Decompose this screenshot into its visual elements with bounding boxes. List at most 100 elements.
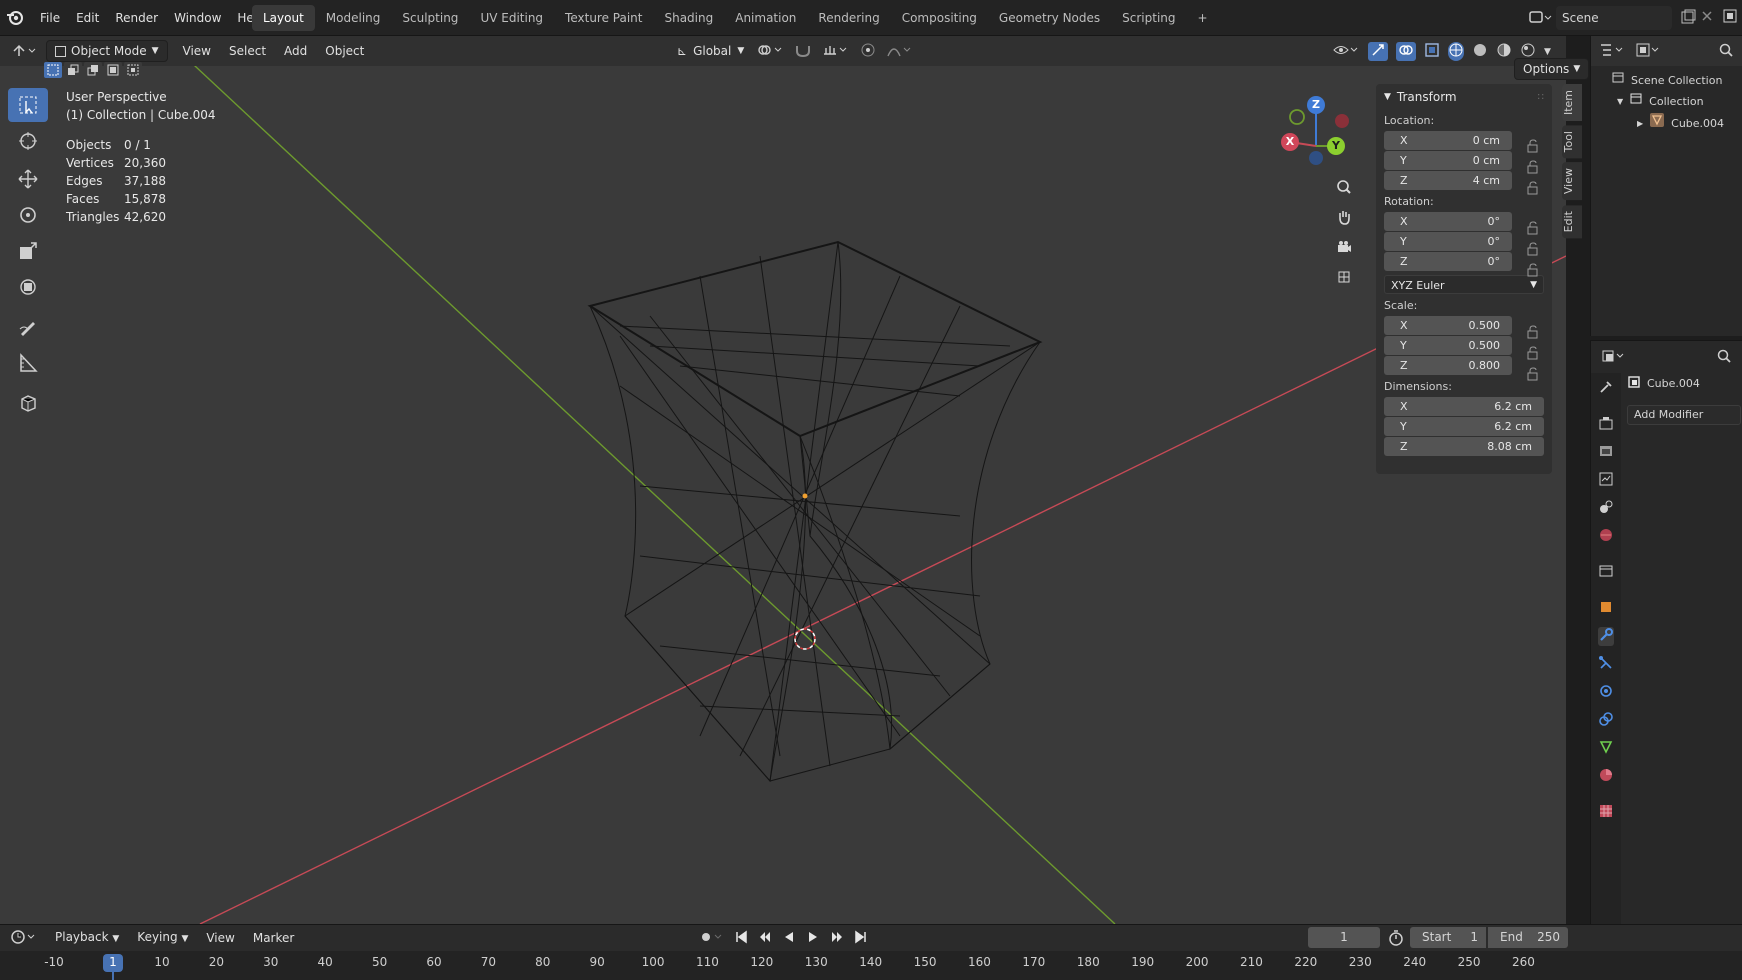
jump-start-icon[interactable]: [734, 930, 748, 947]
scene-icon[interactable]: [1598, 499, 1614, 518]
rotate-tool[interactable]: [8, 198, 48, 232]
scale-z-field[interactable]: Z 0.800: [1384, 356, 1512, 375]
scene-selector-icon[interactable]: [1528, 8, 1552, 29]
tab-animation[interactable]: Animation: [724, 5, 807, 31]
lock-icon[interactable]: [1526, 221, 1540, 238]
search-icon[interactable]: [1716, 348, 1732, 367]
proportional-editing-icon[interactable]: [860, 42, 876, 61]
add-workspace-button[interactable]: +: [1187, 5, 1219, 31]
add-modifier-button[interactable]: Add Modifier: [1627, 405, 1741, 425]
display-mode-icon[interactable]: [1635, 42, 1661, 61]
falloff-icon[interactable]: [886, 42, 914, 61]
outliner-scene-collection[interactable]: Scene Collection: [1611, 70, 1742, 91]
3d-cursor-icon[interactable]: [794, 628, 816, 650]
tab-item[interactable]: Item: [1562, 84, 1582, 122]
tab-modeling[interactable]: Modeling: [315, 5, 392, 31]
tab-rendering[interactable]: Rendering: [807, 5, 890, 31]
select-extend-icon[interactable]: [64, 62, 82, 78]
gizmo-toggle-icon[interactable]: [1368, 42, 1388, 61]
transform-tool[interactable]: [8, 270, 48, 304]
menu-window[interactable]: Window: [166, 0, 229, 36]
mesh-data-icon[interactable]: [1598, 739, 1614, 758]
location-y-field[interactable]: Y0 cm: [1384, 151, 1512, 170]
particles-icon[interactable]: [1598, 655, 1614, 674]
add-cube-tool[interactable]: [8, 386, 48, 420]
visibility-icon[interactable]: [1332, 42, 1360, 61]
lock-icon[interactable]: [1526, 139, 1540, 156]
menu-view[interactable]: View: [174, 40, 220, 62]
rotation-mode-dropdown[interactable]: XYZ Euler ▼: [1384, 275, 1544, 294]
pivot-point-icon[interactable]: [756, 42, 784, 61]
measure-tool[interactable]: [8, 346, 48, 380]
chevron-right-icon[interactable]: ▶: [1637, 114, 1643, 134]
tab-edit[interactable]: Edit: [1562, 204, 1582, 238]
gizmo-z-axis[interactable]: Z: [1307, 96, 1325, 114]
view-layer-icon[interactable]: [1598, 471, 1614, 490]
select-new-icon[interactable]: [44, 62, 62, 78]
tab-view[interactable]: View: [1562, 162, 1582, 201]
menu-edit[interactable]: Edit: [68, 0, 107, 36]
tab-sculpting[interactable]: Sculpting: [391, 5, 469, 31]
transform-header[interactable]: ▼ Transform ∷: [1376, 84, 1552, 110]
current-frame-field[interactable]: 1: [1308, 927, 1380, 948]
record-icon[interactable]: [700, 930, 724, 947]
tab-tool[interactable]: Tool: [1562, 125, 1582, 159]
tab-texture-paint[interactable]: Texture Paint: [554, 5, 653, 31]
annotate-tool[interactable]: [8, 310, 48, 344]
chevron-down-icon[interactable]: ▼: [1617, 92, 1623, 112]
play-reverse-icon[interactable]: [782, 930, 796, 947]
render-icon[interactable]: [1598, 415, 1614, 434]
pan-hand-icon[interactable]: [1331, 204, 1357, 230]
location-x-field[interactable]: X0 cm: [1384, 131, 1512, 150]
scale-x-field[interactable]: X 0.500: [1384, 316, 1512, 335]
dimensions-z-field[interactable]: Z 8.08 cm: [1384, 437, 1544, 456]
snap-target-icon[interactable]: [822, 42, 850, 61]
tab-geometry-nodes[interactable]: Geometry Nodes: [988, 5, 1111, 31]
constraints-icon[interactable]: [1598, 711, 1614, 730]
view-layer-icon[interactable]: [1722, 8, 1738, 27]
material-shading-icon[interactable]: [1496, 42, 1512, 61]
navigation-gizmo[interactable]: [1289, 106, 1349, 165]
ortho-grid-icon[interactable]: [1331, 264, 1357, 290]
editor-type-icon[interactable]: [10, 42, 38, 60]
options-dropdown[interactable]: Options ▼: [1514, 58, 1590, 80]
transform-orientation-dropdown[interactable]: ⊾ Global ▼: [668, 40, 754, 62]
cursor-tool[interactable]: [8, 124, 48, 158]
lock-icon[interactable]: [1526, 242, 1540, 259]
rotation-x-field[interactable]: X 0°: [1384, 212, 1512, 231]
timeline-editor-icon[interactable]: [10, 929, 38, 948]
outliner-collection[interactable]: ▼ Collection: [1617, 91, 1742, 112]
lock-icon[interactable]: [1526, 160, 1540, 177]
menu-add[interactable]: Add: [275, 40, 316, 62]
tab-scripting[interactable]: Scripting: [1111, 5, 1186, 31]
tool-settings-icon[interactable]: [1598, 379, 1614, 398]
dimensions-y-field[interactable]: Y 6.2 cm: [1384, 417, 1544, 436]
rotation-z-field[interactable]: Z 0°: [1384, 252, 1512, 271]
new-scene-icon[interactable]: [1680, 9, 1696, 28]
solid-shading-icon[interactable]: [1472, 42, 1488, 61]
lock-icon[interactable]: [1526, 263, 1540, 280]
play-icon[interactable]: [806, 930, 820, 947]
object-props-icon[interactable]: [1598, 599, 1614, 618]
drag-handle-icon[interactable]: ∷: [1538, 92, 1544, 103]
select-invert-icon[interactable]: [104, 62, 122, 78]
next-keyframe-icon[interactable]: [830, 930, 844, 947]
dimensions-x-field[interactable]: X 6.2 cm: [1384, 397, 1544, 416]
texture-icon[interactable]: [1598, 803, 1614, 822]
world-icon[interactable]: [1598, 527, 1614, 546]
menu-object[interactable]: Object: [316, 40, 373, 62]
modifier-wrench-icon[interactable]: [1598, 627, 1614, 646]
scene-field[interactable]: Scene: [1556, 6, 1672, 30]
scale-tool[interactable]: [8, 234, 48, 268]
lock-icon[interactable]: [1526, 346, 1540, 363]
timeline-view-menu[interactable]: View: [197, 927, 243, 949]
search-icon[interactable]: [1718, 42, 1734, 61]
jump-end-icon[interactable]: [854, 930, 868, 947]
material-icon[interactable]: [1598, 767, 1614, 786]
tab-uv-editing[interactable]: UV Editing: [469, 5, 554, 31]
zoom-icon[interactable]: [1331, 174, 1357, 200]
move-tool[interactable]: [8, 162, 48, 196]
gizmo-y-axis[interactable]: Y: [1327, 137, 1345, 155]
menu-select[interactable]: Select: [220, 40, 275, 62]
blender-logo-icon[interactable]: [6, 0, 24, 36]
